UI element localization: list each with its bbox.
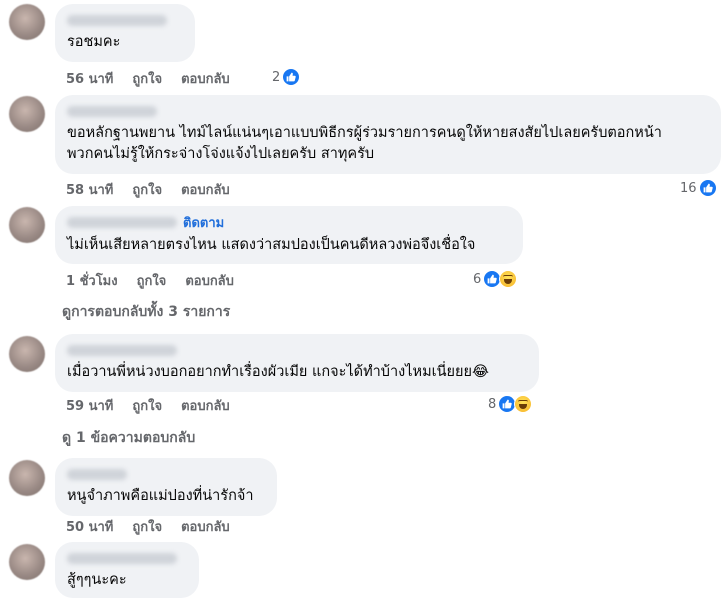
commenter-name-redacted[interactable] xyxy=(67,15,167,26)
reply-button[interactable]: ตอบกลับ xyxy=(185,270,234,291)
avatar[interactable] xyxy=(9,96,45,132)
laughing-emoji-icon xyxy=(499,270,518,288)
comment-time[interactable]: 50 นาที xyxy=(66,516,113,537)
comment-text-line2: พวกคนไม่รู้ให้กระจ่างโจ่งแจ้งไปเลยครับ ส… xyxy=(67,146,375,162)
like-button[interactable]: ถูกใจ xyxy=(137,270,167,291)
commenter-name-redacted[interactable] xyxy=(67,553,177,564)
comment-bubble: หนูจำภาพคือแม่ปองที่น่ารักจ้า xyxy=(55,458,277,516)
like-button[interactable]: ถูกใจ xyxy=(132,68,162,89)
comment-bubble: สู้ๆๆนะคะ xyxy=(55,542,199,598)
comment-bubble: รอชมคะ xyxy=(55,4,195,62)
comment-text: เมื่อวานพี่หน่วงบอกอยากทำเรื่องผัวเมีย แ… xyxy=(67,364,489,380)
comment-meta: 59 นาที ถูกใจ ตอบกลับ xyxy=(66,396,249,414)
reply-button[interactable]: ตอบกลับ xyxy=(181,68,230,89)
comment-meta: 56 นาที ถูกใจ ตอบกลับ xyxy=(66,69,249,87)
comment-time[interactable]: 58 นาที xyxy=(66,179,113,200)
comment-text: ขอหลักฐานพยาน ไทม์ไลน์แน่นๆเอาแบบพิธีกรผ… xyxy=(67,125,662,141)
comment-meta: 58 นาที ถูกใจ ตอบกลับ xyxy=(66,180,249,198)
thumbs-up-icon xyxy=(698,179,717,197)
comment-time[interactable]: 1 ชั่วโมง xyxy=(66,270,118,291)
avatar[interactable] xyxy=(9,4,45,40)
comment-text: รอชมคะ xyxy=(67,34,121,50)
comment-text: หนูจำภาพคือแม่ปองที่น่ารักจ้า xyxy=(67,488,254,504)
comment-meta: 1 ชั่วโมง ถูกใจ ตอบกลับ xyxy=(66,271,253,289)
reaction-count[interactable]: 8 xyxy=(488,395,533,413)
avatar[interactable] xyxy=(9,207,45,243)
reply-button[interactable]: ตอบกลับ xyxy=(181,179,230,200)
like-button[interactable]: ถูกใจ xyxy=(132,395,162,416)
thumbs-up-icon xyxy=(282,68,301,86)
laughing-emoji-icon xyxy=(514,395,533,413)
avatar[interactable] xyxy=(9,336,45,372)
commenter-name-redacted[interactable] xyxy=(67,106,157,117)
reaction-number: 16 xyxy=(680,180,697,196)
view-replies-link[interactable]: ดู 1 ข้อความตอบกลับ xyxy=(62,427,195,449)
reaction-count[interactable]: 2 xyxy=(272,68,301,86)
reaction-number: 6 xyxy=(473,271,482,287)
comment-bubble: เมื่อวานพี่หน่วงบอกอยากทำเรื่องผัวเมีย แ… xyxy=(55,334,539,392)
commenter-name-redacted[interactable] xyxy=(67,216,177,228)
reply-button[interactable]: ตอบกลับ xyxy=(181,516,230,537)
like-button[interactable]: ถูกใจ xyxy=(132,516,162,537)
like-button[interactable]: ถูกใจ xyxy=(132,179,162,200)
comment-bubble: ขอหลักฐานพยาน ไทม์ไลน์แน่นๆเอาแบบพิธีกรผ… xyxy=(55,95,721,174)
comment-bubble: ติดตาม ไม่เห็นเสียหลายตรงไหน แสดงว่าสมปอ… xyxy=(55,206,523,264)
reaction-number: 2 xyxy=(272,69,281,85)
view-replies-link[interactable]: ดูการตอบกลับทั้ง 3 รายการ xyxy=(62,301,230,323)
comment-text: สู้ๆๆนะคะ xyxy=(67,572,127,588)
commenter-name-redacted[interactable] xyxy=(67,469,127,480)
reply-button[interactable]: ตอบกลับ xyxy=(181,395,230,416)
commenter-name-row: ติดตาม xyxy=(67,213,511,231)
comment-time[interactable]: 56 นาที xyxy=(66,68,113,89)
avatar[interactable] xyxy=(9,460,45,496)
commenter-name-redacted[interactable] xyxy=(67,345,177,356)
comment-meta: 50 นาที ถูกใจ ตอบกลับ xyxy=(66,517,249,535)
comment-text: ไม่เห็นเสียหลายตรงไหน แสดงว่าสมปองเป็นคน… xyxy=(67,237,476,253)
follow-link[interactable]: ติดตาม xyxy=(183,212,224,233)
avatar[interactable] xyxy=(9,544,45,580)
reaction-count[interactable]: 16 xyxy=(680,179,717,197)
comment-time[interactable]: 59 นาที xyxy=(66,395,113,416)
reaction-count[interactable]: 6 xyxy=(473,270,518,288)
reaction-number: 8 xyxy=(488,396,497,412)
